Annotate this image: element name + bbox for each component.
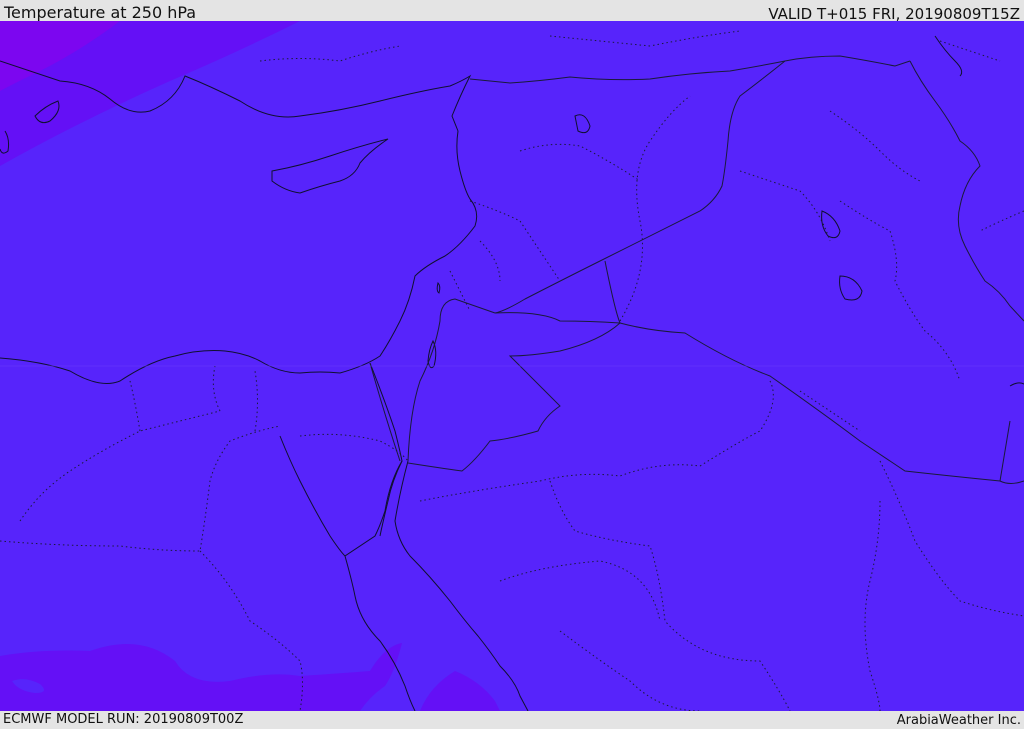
header-bar: Temperature at 250 hPa VALID T+015 FRI, … <box>0 0 1024 23</box>
credit-label: ArabiaWeather Inc. <box>896 713 1021 728</box>
map-canvas <box>0 21 1024 711</box>
temperature-map[interactable] <box>0 21 1024 711</box>
model-run-label: ECMWF MODEL RUN: 20190809T00Z <box>3 712 244 727</box>
footer-bar: ECMWF MODEL RUN: 20190809T00Z ArabiaWeat… <box>0 711 1024 729</box>
map-title: Temperature at 250 hPa <box>4 3 197 22</box>
